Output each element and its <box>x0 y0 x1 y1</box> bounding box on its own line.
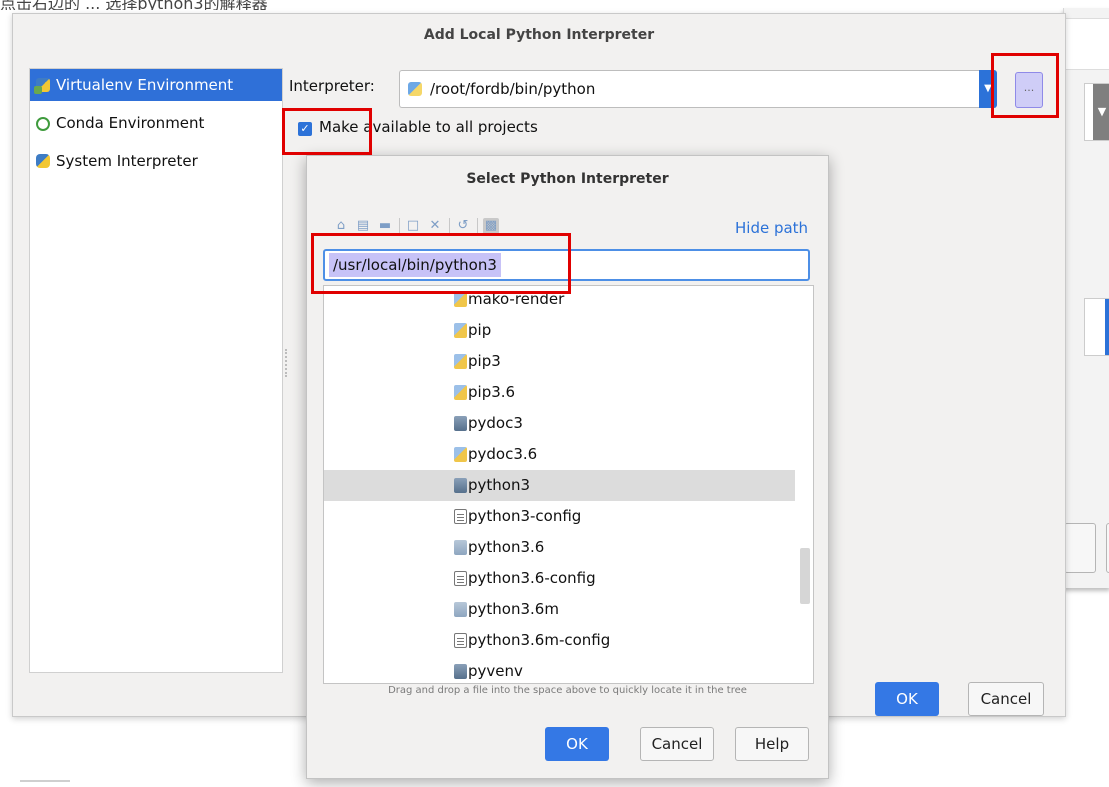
sidebar-item-conda[interactable]: Conda Environment <box>30 107 282 139</box>
sidebar-item-system[interactable]: System Interpreter <box>30 145 282 177</box>
tree-row-label: pydoc3.6 <box>468 445 538 463</box>
tree-row-label: python3.6-config <box>468 569 596 587</box>
hide-path-link[interactable]: Hide path <box>735 219 808 237</box>
executable-icon <box>454 416 467 431</box>
tree-row[interactable]: pip3.6 <box>324 377 795 408</box>
select-dialog-title: Select Python Interpreter <box>466 171 669 187</box>
virtualenv-icon <box>34 78 50 94</box>
delete-icon[interactable]: ✕ <box>427 218 443 234</box>
background-instruction-text: 点击右边的 ... 选择python3的解释器 <box>0 0 700 10</box>
sidebar-item-virtualenv[interactable]: Virtualenv Environment <box>30 69 282 101</box>
help-button[interactable]: Help <box>735 727 809 761</box>
background-combo[interactable]: ▼ <box>1084 83 1109 141</box>
tree-row[interactable]: python3.6m-config <box>324 625 795 656</box>
python-file-icon <box>454 447 467 462</box>
sidebar-item-label: Virtualenv Environment <box>56 76 234 94</box>
folder-icon[interactable]: ▬ <box>377 218 393 234</box>
tree-row-label: pyvenv <box>468 662 523 680</box>
interpreter-combo[interactable]: /root/fordb/bin/python <box>399 70 980 108</box>
tree-row-label: python3.6m <box>468 600 559 618</box>
background-window: ▼ <box>1063 8 1109 588</box>
python-icon <box>408 82 422 96</box>
tree-row[interactable]: pip3 <box>324 346 795 377</box>
tree-row[interactable]: python3-config <box>324 501 795 532</box>
tree-row[interactable]: python3.6-config <box>324 563 795 594</box>
sidebar-item-label: Conda Environment <box>56 114 205 132</box>
ok-button[interactable]: OK <box>545 727 609 761</box>
executable-icon <box>454 478 467 493</box>
interpreter-value: /root/fordb/bin/python <box>430 80 596 98</box>
background-field <box>1064 18 1109 70</box>
annotation-browse-highlight <box>991 53 1059 118</box>
tree-row-label: python3 <box>468 476 531 494</box>
tree-row-selected[interactable]: python3 <box>324 470 795 501</box>
text-file-icon <box>454 633 467 648</box>
tree-row[interactable]: pyvenv <box>324 656 795 683</box>
interpreter-label: Interpreter: <box>289 77 375 95</box>
text-file-icon <box>454 509 467 524</box>
sidebar-item-label: System Interpreter <box>56 152 198 170</box>
tree-row-label: pip <box>468 321 492 339</box>
file-tree[interactable]: mako-render pip pip3 pip3.6 pydoc3 pydoc… <box>323 285 814 684</box>
tree-row-label: python3.6 <box>468 538 545 556</box>
python-file-icon <box>454 292 467 307</box>
annotation-path-highlight <box>311 233 571 294</box>
tree-row[interactable]: pydoc3 <box>324 408 795 439</box>
cancel-button[interactable]: Cancel <box>640 727 714 761</box>
python-icon <box>36 154 50 168</box>
background-button[interactable] <box>1064 523 1096 573</box>
text-file-icon <box>454 571 467 586</box>
tree-row[interactable]: pip <box>324 315 795 346</box>
dialog-title: Add Local Python Interpreter <box>423 27 655 43</box>
tree-row[interactable]: python3.6m <box>324 594 795 625</box>
tree-row-label: pip3 <box>468 352 501 370</box>
tree-row-label: python3.6m-config <box>468 631 611 649</box>
interpreter-type-list: Virtualenv Environment Conda Environment… <box>29 68 283 673</box>
background-combo[interactable] <box>1084 298 1109 356</box>
desktop-icon[interactable]: ▤ <box>355 218 371 234</box>
cancel-button[interactable]: Cancel <box>968 682 1044 716</box>
tree-row[interactable]: python3.6 <box>324 532 795 563</box>
home-icon[interactable]: ⌂ <box>333 218 349 234</box>
drag-drop-hint: Drag and drop a file into the space abov… <box>388 685 747 696</box>
conda-icon <box>36 117 50 131</box>
divider <box>20 780 70 782</box>
python-file-icon <box>454 323 467 338</box>
symlink-icon <box>454 602 467 617</box>
executable-icon <box>454 664 467 679</box>
annotation-checkbox-highlight <box>282 108 372 155</box>
tree-row-label: python3-config <box>468 507 582 525</box>
tree-row[interactable]: pydoc3.6 <box>324 439 795 470</box>
splitter-handle[interactable] <box>285 349 290 377</box>
background-combo-arrow[interactable] <box>1105 299 1109 355</box>
tree-row-label: pip3.6 <box>468 383 516 401</box>
new-folder-icon[interactable]: □ <box>405 218 421 234</box>
show-hidden-icon[interactable]: ▩ <box>483 218 499 234</box>
chevron-down-icon[interactable]: ▼ <box>1093 84 1109 140</box>
tree-scrollbar[interactable] <box>800 548 810 604</box>
tree-row-label: pydoc3 <box>468 414 523 432</box>
refresh-icon[interactable]: ↺ <box>455 218 471 234</box>
ok-button[interactable]: OK <box>875 682 939 716</box>
python-file-icon <box>454 354 467 369</box>
python-file-icon <box>454 385 467 400</box>
symlink-icon <box>454 540 467 555</box>
background-instruction-label: 点击右边的 ... 选择python3的解释器 <box>0 0 268 10</box>
